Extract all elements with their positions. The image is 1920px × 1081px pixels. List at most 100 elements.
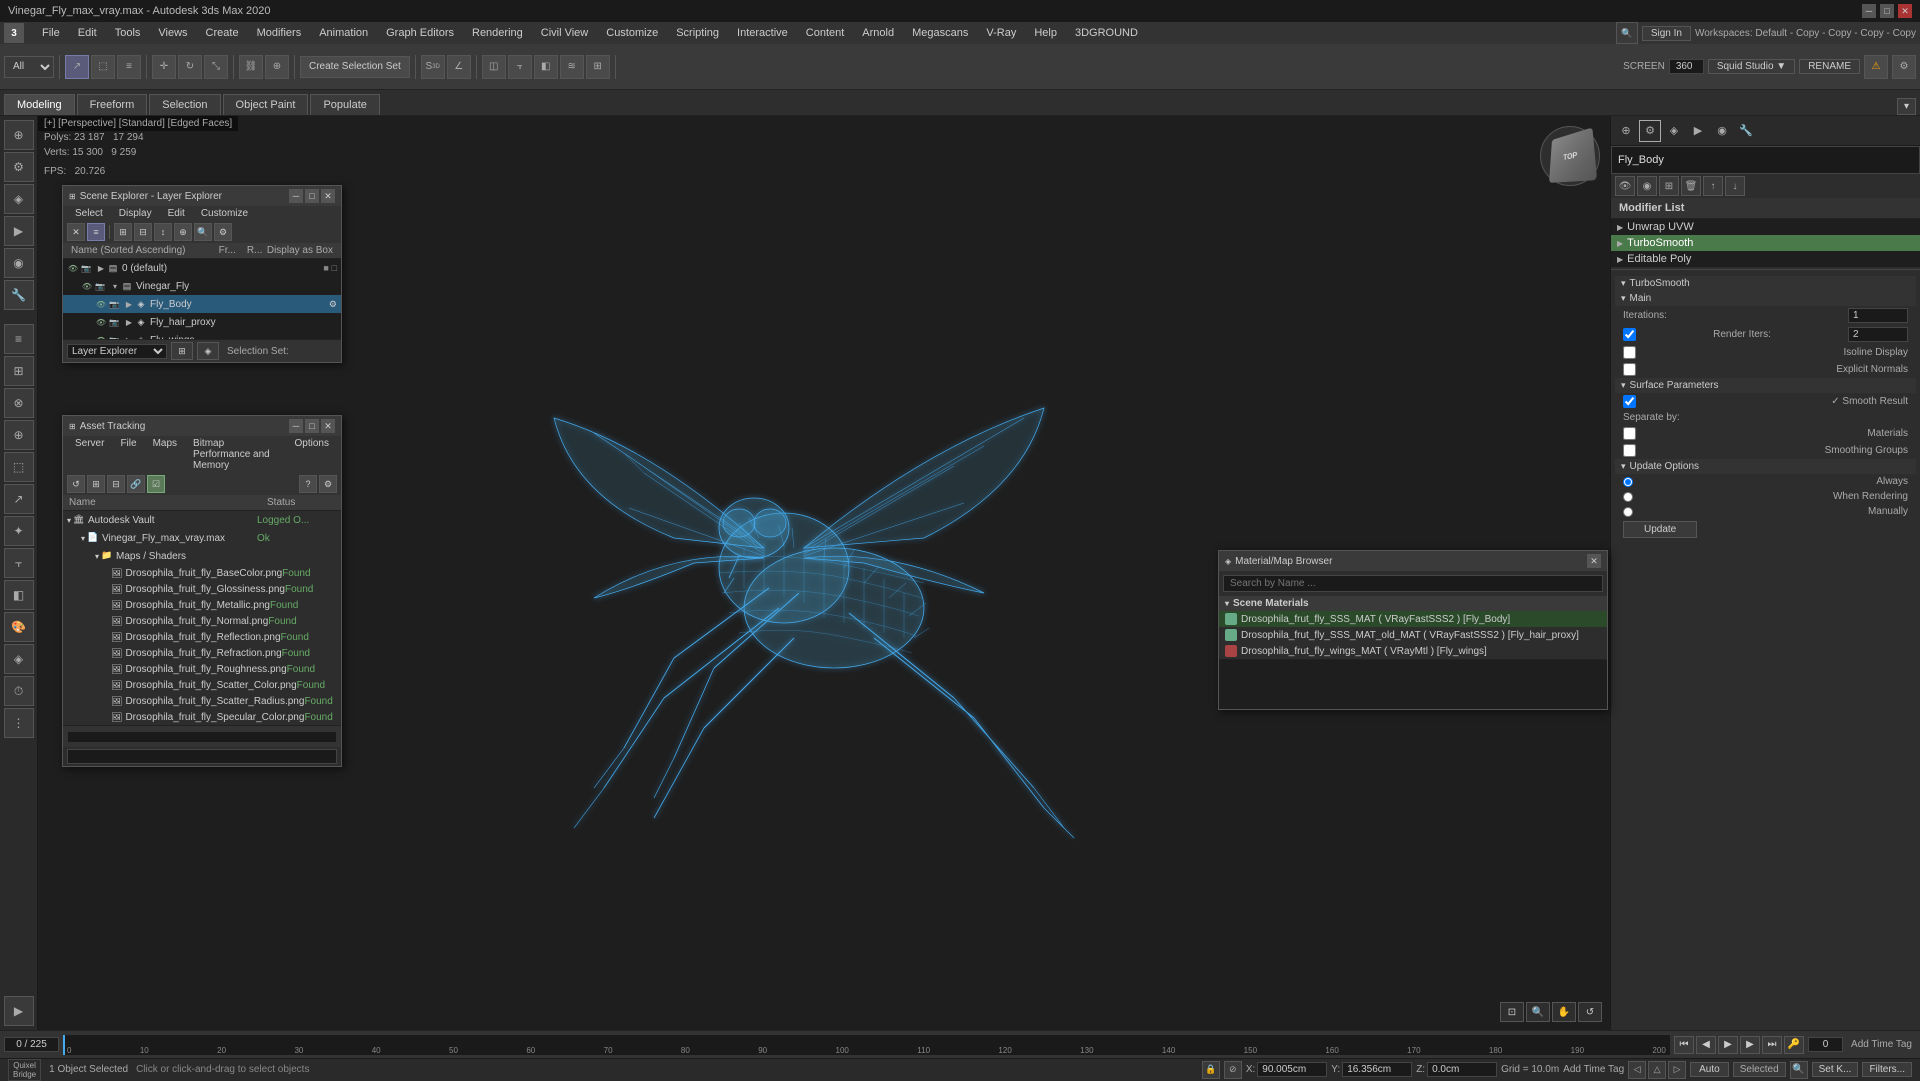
se-menu-display[interactable]: Display xyxy=(111,207,160,220)
update-button[interactable]: Update xyxy=(1623,521,1697,538)
key-mode-btn[interactable]: 🔑 xyxy=(1784,1036,1804,1054)
select-object-btn[interactable]: ↗ xyxy=(65,55,89,79)
filter-dropdown[interactable]: All xyxy=(4,56,54,78)
selection-icon[interactable]: ⬚ xyxy=(4,452,34,482)
at-menu-bitmap[interactable]: Bitmap Performance and Memory xyxy=(185,437,287,472)
schematic-btn[interactable]: ⊞ xyxy=(586,55,610,79)
key-btn3[interactable]: ▷ xyxy=(1668,1061,1686,1079)
scene-explorer-titlebar[interactable]: ⊞ Scene Explorer - Layer Explorer ─ □ ✕ xyxy=(63,186,341,206)
at-row-glossiness[interactable]: 🖼 Drosophila_fruit_fly_Glossiness.png Fo… xyxy=(63,581,341,597)
smooth-result-checkbox[interactable] xyxy=(1623,395,1636,408)
show-on-top-icon[interactable]: ⊞ xyxy=(1659,176,1679,196)
explicit-normals-checkbox[interactable] xyxy=(1623,363,1636,376)
go-to-end-btn[interactable]: ⏭ xyxy=(1762,1036,1782,1054)
command-panel-hierarchy[interactable]: ◈ xyxy=(4,184,34,214)
when-rendering-radio[interactable] xyxy=(1623,492,1633,502)
at-row-scatter-color[interactable]: 🖼 Drosophila_fruit_fly_Scatter_Color.png… xyxy=(63,677,341,693)
modifier-item-unwrap[interactable]: ▶ Unwrap UVW xyxy=(1611,219,1920,235)
turbosmooth-header[interactable]: TurboSmooth xyxy=(1615,276,1916,291)
at-tb-collapse[interactable]: ⊟ xyxy=(107,475,125,493)
coord-icon[interactable]: ⊕ xyxy=(4,420,34,450)
menu-file[interactable]: File xyxy=(34,25,68,41)
update-options-header[interactable]: Update Options xyxy=(1615,459,1916,474)
status-search-icon[interactable]: 🔍 xyxy=(1790,1061,1808,1079)
restore-button[interactable]: □ xyxy=(1880,4,1894,18)
menu-content[interactable]: Content xyxy=(798,25,853,41)
menu-3dground[interactable]: 3DGROUND xyxy=(1067,25,1146,41)
at-row-metallic[interactable]: 🖼 Drosophila_fruit_fly_Metallic.png Foun… xyxy=(63,597,341,613)
sign-in-button[interactable]: Sign In xyxy=(1642,26,1691,41)
search-icon[interactable]: 🔍 xyxy=(1616,22,1638,44)
layer-icon[interactable]: ◧ xyxy=(4,580,34,610)
window-controls[interactable]: ─ □ ✕ xyxy=(1862,4,1912,18)
menu-rendering[interactable]: Rendering xyxy=(464,25,531,41)
angle-snap-btn[interactable]: ∠ xyxy=(447,55,471,79)
snap-icon[interactable]: ⊗ xyxy=(4,388,34,418)
lock-icon[interactable]: 🔒 xyxy=(1202,1061,1220,1079)
frame-counter[interactable]: 0 xyxy=(1808,1037,1843,1052)
mat-search-input[interactable] xyxy=(1223,575,1603,592)
mat-item-3[interactable]: Drosophila_frut_fly_wings_MAT ( VRayMtl … xyxy=(1219,643,1607,659)
link-btn[interactable]: ⛓ xyxy=(239,55,263,79)
rotate-btn[interactable]: ↻ xyxy=(178,55,202,79)
se-tb-filter[interactable]: ≡ xyxy=(87,223,105,241)
menu-arnold[interactable]: Arnold xyxy=(854,25,902,41)
zoom-extents-btn[interactable]: ⊡ xyxy=(1500,1002,1524,1022)
timeline-track[interactable]: 0 10 20 30 40 50 60 70 80 90 100 110 120… xyxy=(63,1035,1670,1055)
at-row-roughness[interactable]: 🖼 Drosophila_fruit_fly_Roughness.png Fou… xyxy=(63,661,341,677)
menu-animation[interactable]: Animation xyxy=(311,25,376,41)
rename-button[interactable]: RENAME xyxy=(1799,59,1860,74)
at-tb-settings[interactable]: ⚙ xyxy=(319,475,337,493)
pivot-icon[interactable]: ✦ xyxy=(4,516,34,546)
at-path-input[interactable] xyxy=(67,749,337,764)
mat-item-1[interactable]: Drosophila_frut_fly_SSS_MAT ( VRayFastSS… xyxy=(1219,611,1607,627)
command-panel-create[interactable]: ⊕ xyxy=(4,120,34,150)
at-tb-expand[interactable]: ⊞ xyxy=(87,475,105,493)
menu-views[interactable]: Views xyxy=(150,25,195,41)
tab-dropdown[interactable]: ▾ xyxy=(1897,98,1916,115)
timeline-counter[interactable]: 0 / 225 xyxy=(4,1037,59,1052)
set-key-btn[interactable]: Set K... xyxy=(1812,1062,1859,1077)
select-region-btn[interactable]: ⬚ xyxy=(91,55,115,79)
filters-btn[interactable]: Filters... xyxy=(1862,1062,1912,1077)
animation-icon[interactable]: ⏱ xyxy=(4,676,34,706)
scene-explorer-icon[interactable]: ≡ xyxy=(4,324,34,354)
create-selection-set-button[interactable]: Create Selection Set xyxy=(300,56,410,78)
se-close-btn[interactable]: ✕ xyxy=(321,189,335,203)
move-btn[interactable]: ✛ xyxy=(152,55,176,79)
isoline-checkbox[interactable] xyxy=(1623,346,1636,359)
next-frame-btn[interactable]: ▶ xyxy=(1740,1036,1760,1054)
move-up-icon[interactable]: ↑ xyxy=(1703,176,1723,196)
smoothing-groups-checkbox[interactable] xyxy=(1623,444,1636,457)
menu-graph-editors[interactable]: Graph Editors xyxy=(378,25,462,41)
cp-hierarchy-icon[interactable]: ◈ xyxy=(1663,120,1685,142)
render-iters-checkbox[interactable] xyxy=(1623,328,1636,341)
tree-expand-vf[interactable]: ▾ xyxy=(110,281,120,291)
iterations-input[interactable] xyxy=(1848,308,1908,323)
at-tb-help[interactable]: ? xyxy=(299,475,317,493)
material-icon[interactable]: ◈ xyxy=(4,644,34,674)
at-row-specular-color[interactable]: 🖼 Drosophila_fruit_fly_Specular_Color.pn… xyxy=(63,709,341,725)
se-tb-options[interactable]: ⚙ xyxy=(214,223,232,241)
show-in-viewport-icon[interactable]: 👁 xyxy=(1615,176,1635,196)
add-time-tag-status[interactable]: Add Time Tag xyxy=(1563,1064,1624,1075)
tree-row-flybody[interactable]: 👁 📷 ▶ ◈ Fly_Body ⚙ xyxy=(63,295,341,313)
show-result-icon[interactable]: ◉ xyxy=(1637,176,1657,196)
materials-checkbox[interactable] xyxy=(1623,427,1636,440)
prev-frame-btn[interactable]: ◀ xyxy=(1696,1036,1716,1054)
at-restore-btn[interactable]: □ xyxy=(305,419,319,433)
object-name-field[interactable]: Fly_Body xyxy=(1611,146,1920,174)
se-tb-group[interactable]: ⊕ xyxy=(174,223,192,241)
move-down-icon[interactable]: ↓ xyxy=(1725,176,1745,196)
at-menu-server[interactable]: Server xyxy=(67,437,112,472)
at-row-reflection[interactable]: 🖼 Drosophila_fruit_fly_Reflection.png Fo… xyxy=(63,629,341,645)
at-titlebar[interactable]: ⊞ Asset Tracking ─ □ ✕ xyxy=(63,416,341,436)
at-row-normal[interactable]: 🖼 Drosophila_fruit_fly_Normal.png Found xyxy=(63,613,341,629)
tab-modeling[interactable]: Modeling xyxy=(4,94,75,115)
at-row-vault[interactable]: ▾ 🏛 Autodesk Vault Logged O... xyxy=(63,511,341,529)
at-scrollbar-h[interactable] xyxy=(67,731,337,743)
render-iters-input[interactable] xyxy=(1848,327,1908,342)
cp-modify-icon[interactable]: ⚙ xyxy=(1639,120,1661,142)
se-minimize-btn[interactable]: ─ xyxy=(289,189,303,203)
delete-modifier-icon[interactable]: 🗑 xyxy=(1681,176,1701,196)
